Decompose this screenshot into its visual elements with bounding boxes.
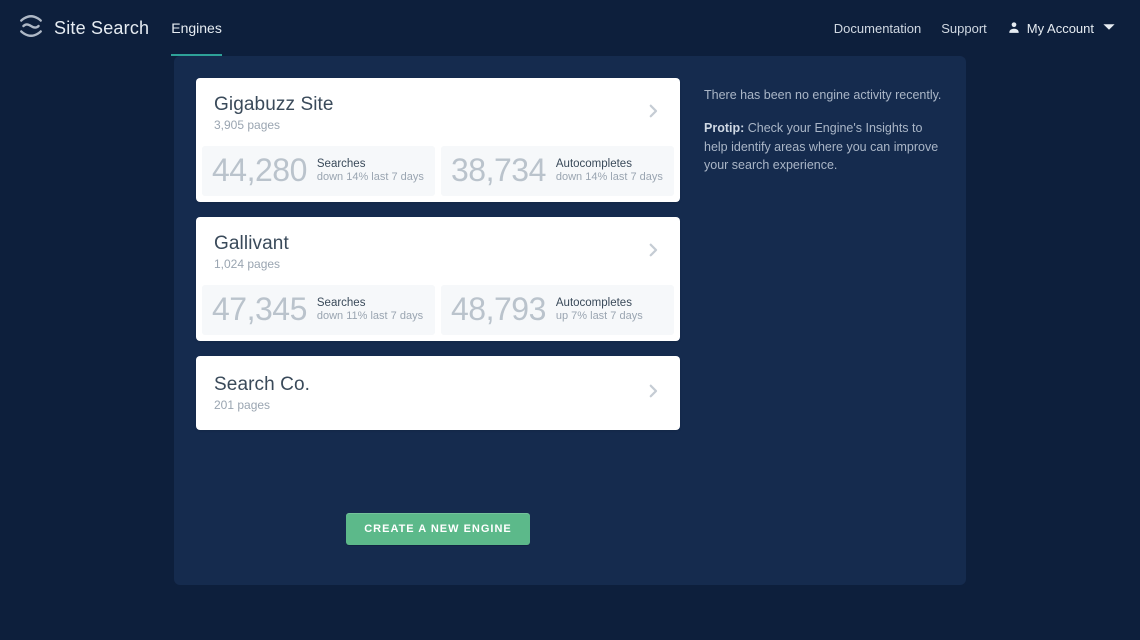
engine-card[interactable]: Gigabuzz Site 3,905 pages 44,280 Searche… bbox=[196, 78, 680, 202]
engine-card[interactable]: Gallivant 1,024 pages 47,345 Searches do… bbox=[196, 217, 680, 341]
engine-card-head: Gigabuzz Site 3,905 pages bbox=[196, 78, 680, 146]
topbar: Site Search Engines Documentation Suppor… bbox=[0, 0, 1140, 56]
stat-title: Autocompletes bbox=[556, 158, 663, 170]
protip-text: Protip: Check your Engine's Insights to … bbox=[704, 119, 944, 175]
engine-list: Gigabuzz Site 3,905 pages 44,280 Searche… bbox=[196, 78, 680, 545]
no-activity-text: There has been no engine activity recent… bbox=[704, 86, 944, 105]
nav-documentation[interactable]: Documentation bbox=[834, 21, 921, 36]
create-engine-button[interactable]: Create a new engine bbox=[346, 513, 530, 545]
engine-stats: 47,345 Searches down 11% last 7 days 48,… bbox=[196, 285, 680, 341]
stat-title: Searches bbox=[317, 158, 424, 170]
chevron-right-icon bbox=[644, 382, 662, 405]
logo-icon bbox=[18, 13, 44, 44]
engine-pages: 1,024 pages bbox=[214, 257, 289, 271]
stat-number: 44,280 bbox=[212, 154, 307, 186]
stat-sub: down 11% last 7 days bbox=[317, 310, 423, 322]
engine-pages: 201 pages bbox=[214, 398, 310, 412]
engine-card-head: Search Co. 201 pages bbox=[196, 356, 680, 430]
stat-sub: down 14% last 7 days bbox=[317, 171, 424, 183]
protip-label: Protip: bbox=[704, 121, 744, 135]
engine-stats: 44,280 Searches down 14% last 7 days 38,… bbox=[196, 146, 680, 202]
app-title: Site Search bbox=[54, 18, 149, 39]
stat-searches: 44,280 Searches down 14% last 7 days bbox=[202, 146, 435, 196]
chevron-down-icon bbox=[1100, 20, 1116, 37]
create-button-wrap: Create a new engine bbox=[196, 513, 680, 545]
nav-engines[interactable]: Engines bbox=[171, 2, 222, 56]
nav-support[interactable]: Support bbox=[941, 21, 987, 36]
logo-group[interactable]: Site Search bbox=[18, 13, 149, 44]
engine-card[interactable]: Search Co. 201 pages bbox=[196, 356, 680, 430]
engine-pages: 3,905 pages bbox=[214, 118, 334, 132]
engine-name: Gallivant bbox=[214, 233, 289, 255]
stat-autocompletes: 48,793 Autocompletes up 7% last 7 days bbox=[441, 285, 674, 335]
chevron-right-icon bbox=[644, 102, 662, 125]
stat-number: 38,734 bbox=[451, 154, 546, 186]
engine-card-head: Gallivant 1,024 pages bbox=[196, 217, 680, 285]
stat-title: Autocompletes bbox=[556, 297, 643, 309]
stat-autocompletes: 38,734 Autocompletes down 14% last 7 day… bbox=[441, 146, 674, 196]
account-menu[interactable]: My Account bbox=[1007, 20, 1116, 37]
topbar-left: Site Search Engines bbox=[18, 1, 222, 55]
engine-name: Search Co. bbox=[214, 374, 310, 396]
user-icon bbox=[1007, 20, 1021, 37]
stat-number: 47,345 bbox=[212, 293, 307, 325]
chevron-right-icon bbox=[644, 241, 662, 264]
stat-searches: 47,345 Searches down 11% last 7 days bbox=[202, 285, 435, 335]
engine-name: Gigabuzz Site bbox=[214, 94, 334, 116]
main-panel: Gigabuzz Site 3,905 pages 44,280 Searche… bbox=[174, 56, 966, 585]
stat-sub: up 7% last 7 days bbox=[556, 310, 643, 322]
stat-title: Searches bbox=[317, 297, 423, 309]
account-label: My Account bbox=[1027, 21, 1094, 36]
stat-sub: down 14% last 7 days bbox=[556, 171, 663, 183]
topbar-right: Documentation Support My Account bbox=[834, 20, 1116, 37]
sidebar-info: There has been no engine activity recent… bbox=[704, 78, 944, 545]
stat-number: 48,793 bbox=[451, 293, 546, 325]
